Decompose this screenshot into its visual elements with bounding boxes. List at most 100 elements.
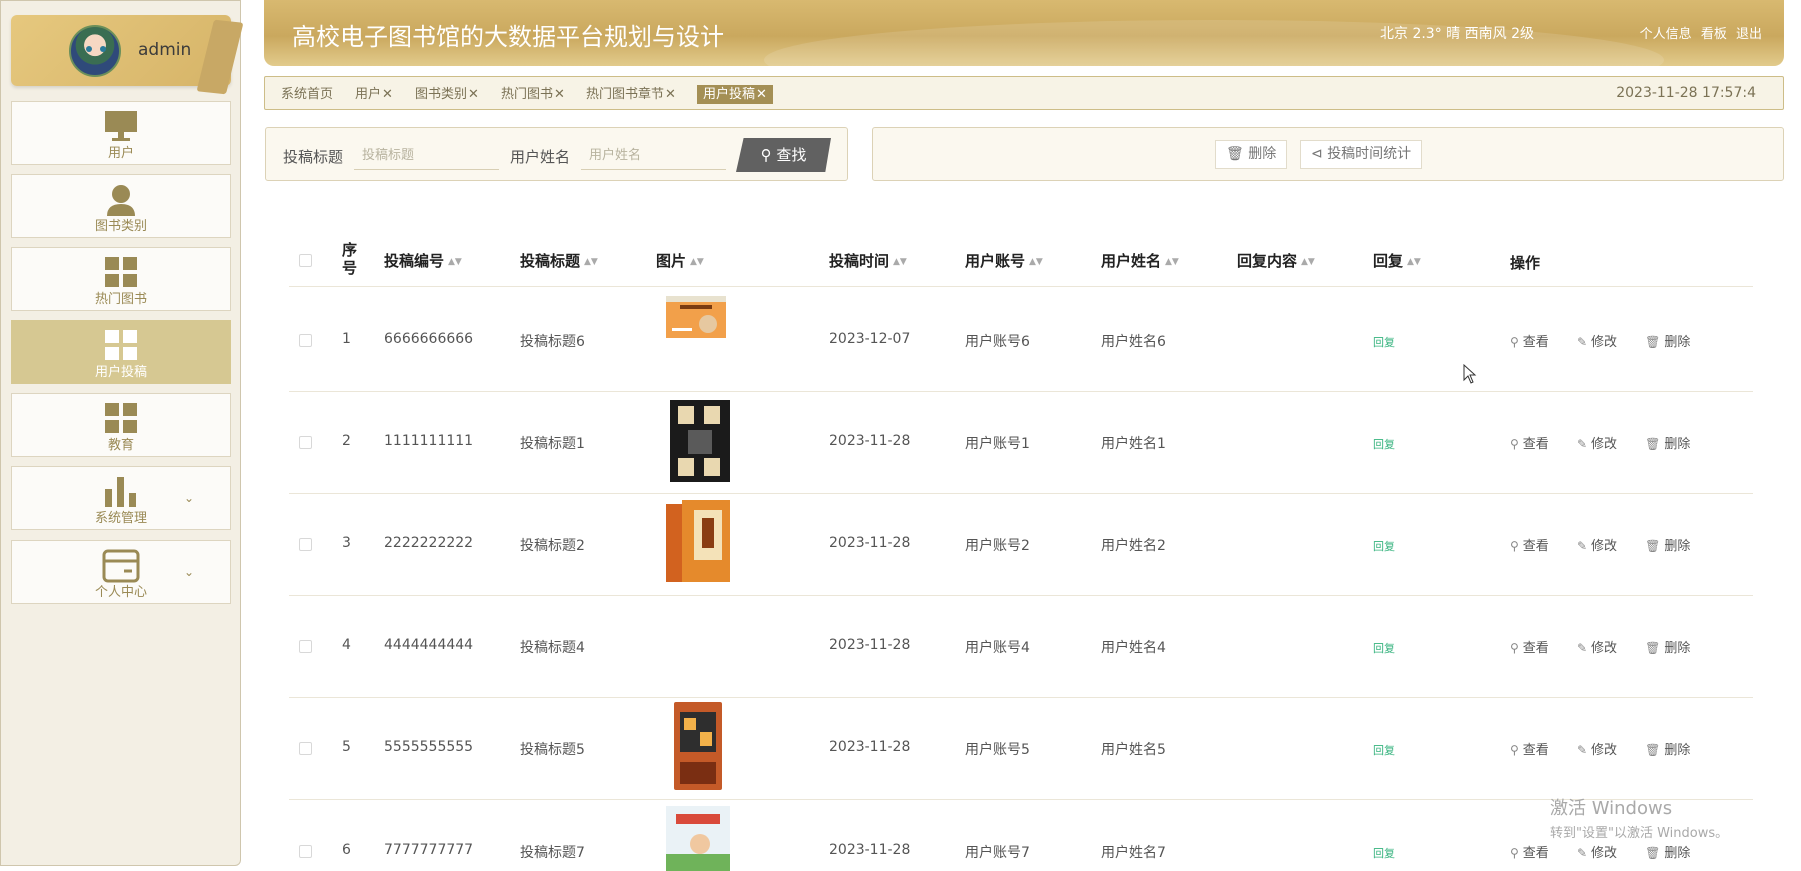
cell-time: 2023-11-28 <box>829 739 911 755</box>
cell-no: 2 <box>342 433 351 449</box>
col-account[interactable]: 用户账号 ▲▼ <box>965 250 1043 271</box>
table-row: 4 4444444444 投稿标题4 2023-11-28 用户账号4 用户姓名… <box>289 596 1753 698</box>
view-button[interactable]: ⚲ 查看 <box>1510 437 1561 452</box>
close-icon[interactable]: ✕ <box>554 87 565 102</box>
close-icon[interactable]: ✕ <box>382 87 393 102</box>
sidebar-item-user-submissions[interactable]: 用户投稿 <box>11 320 231 384</box>
col-reply[interactable]: 回复 ▲▼ <box>1373 250 1421 271</box>
submission-time-stats-button[interactable]: ⊲ 投稿时间统计 <box>1300 140 1423 169</box>
edit-button[interactable]: ✎ 修改 <box>1577 743 1629 758</box>
row-checkbox[interactable] <box>299 742 312 755</box>
batch-delete-button[interactable]: 🗑 删除 <box>1215 140 1288 169</box>
search-button[interactable]: ⚲ 查找 <box>736 138 831 172</box>
view-button[interactable]: ⚲ 查看 <box>1510 641 1561 656</box>
cell-no: 1 <box>342 331 351 347</box>
sidebar-item-label: 系统管理 <box>94 511 147 526</box>
avatar[interactable] <box>69 25 121 77</box>
book-cover-image[interactable] <box>666 500 730 584</box>
sidebar-item-system-management[interactable]: 系统管理 ⌄ <box>11 466 231 530</box>
reply-link[interactable]: 回复 <box>1373 640 1395 656</box>
user-name: admin <box>138 40 192 60</box>
sort-icon: ▲▼ <box>690 256 704 267</box>
reply-link[interactable]: 回复 <box>1373 845 1395 861</box>
delete-button[interactable]: 🗑 删除 <box>1645 437 1702 452</box>
dashboard-link[interactable]: 看板 <box>1701 27 1727 42</box>
row-checkbox[interactable] <box>299 538 312 551</box>
tab-hot-book-chapters[interactable]: 热门图书章节✕ <box>584 85 678 104</box>
reply-link[interactable]: 回复 <box>1373 334 1395 350</box>
profile-link[interactable]: 个人信息 <box>1640 27 1692 42</box>
sort-icon: ▲▼ <box>893 256 907 267</box>
name-search-input[interactable] <box>581 142 726 170</box>
col-time[interactable]: 投稿时间 ▲▼ <box>829 250 907 271</box>
reply-link[interactable]: 回复 <box>1373 436 1395 452</box>
book-cover-image[interactable] <box>674 702 722 790</box>
sidebar-item-hot-books[interactable]: 热门图书 <box>11 247 231 311</box>
book-cover-image[interactable] <box>666 296 726 338</box>
col-id[interactable]: 投稿编号 ▲▼ <box>384 250 462 271</box>
close-icon[interactable]: ✕ <box>756 87 767 102</box>
sort-icon: ▲▼ <box>1165 256 1179 267</box>
table-row: 2 1111111111 投稿标题1 2023-11-28 用户账号1 用户姓名… <box>289 392 1753 494</box>
delete-button[interactable]: 🗑 删除 <box>1645 846 1702 861</box>
chevron-down-icon[interactable]: ⌄ <box>184 565 194 579</box>
sidebar-item-personal-center[interactable]: 个人中心 ⌄ <box>11 540 231 604</box>
col-name[interactable]: 用户姓名 ▲▼ <box>1101 250 1179 271</box>
tab-user-submissions[interactable]: 用户投稿✕ <box>697 85 773 104</box>
row-checkbox[interactable] <box>299 845 312 858</box>
edit-button[interactable]: ✎ 修改 <box>1577 335 1629 350</box>
action-panel: 🗑 删除 ⊲ 投稿时间统计 <box>872 127 1784 181</box>
tab-home[interactable]: 系统首页 <box>279 85 335 104</box>
delete-button[interactable]: 🗑 删除 <box>1645 641 1702 656</box>
sidebar-item-book-category[interactable]: 图书类别 <box>11 174 231 238</box>
trash-icon: 🗑 <box>1226 146 1244 162</box>
watermark-line2: 转到"设置"以激活 Windows。 <box>1550 826 1729 841</box>
tab-users[interactable]: 用户✕ <box>353 85 395 104</box>
close-icon[interactable]: ✕ <box>665 87 676 102</box>
title-search-input[interactable] <box>354 142 499 170</box>
sort-icon: ▲▼ <box>448 256 462 267</box>
search-icon: ⚲ <box>1510 437 1519 451</box>
search-icon: ⚲ <box>1510 846 1519 860</box>
delete-button[interactable]: 🗑 删除 <box>1645 335 1702 350</box>
logout-link[interactable]: 退出 <box>1736 27 1762 42</box>
book-cover-image[interactable] <box>670 400 730 482</box>
delete-button[interactable]: 🗑 删除 <box>1645 539 1702 554</box>
edit-button[interactable]: ✎ 修改 <box>1577 437 1629 452</box>
tab-book-category[interactable]: 图书类别✕ <box>413 85 481 104</box>
tab-hot-books[interactable]: 热门图书✕ <box>499 85 567 104</box>
view-button[interactable]: ⚲ 查看 <box>1510 539 1561 554</box>
edit-button[interactable]: ✎ 修改 <box>1577 539 1629 554</box>
close-icon[interactable]: ✕ <box>468 87 479 102</box>
row-checkbox[interactable] <box>299 334 312 347</box>
row-checkbox[interactable] <box>299 436 312 449</box>
sidebar-item-users[interactable]: 用户 <box>11 101 231 165</box>
col-image[interactable]: 图片 ▲▼ <box>656 250 704 271</box>
view-button[interactable]: ⚲ 查看 <box>1510 846 1561 861</box>
table-row: 5 5555555555 投稿标题5 2023-11-28 用户账号5 用户姓名… <box>289 698 1753 800</box>
cell-no: 4 <box>342 637 351 653</box>
book-cover-image[interactable] <box>666 806 730 871</box>
reply-link[interactable]: 回复 <box>1373 538 1395 554</box>
sidebar-item-label: 用户 <box>107 146 134 161</box>
col-title[interactable]: 投稿标题 ▲▼ <box>520 250 598 271</box>
share-icon: ⊲ <box>1311 146 1323 162</box>
select-all-checkbox[interactable] <box>299 254 312 267</box>
view-button[interactable]: ⚲ 查看 <box>1510 335 1561 350</box>
reply-link[interactable]: 回复 <box>1373 742 1395 758</box>
view-button[interactable]: ⚲ 查看 <box>1510 743 1561 758</box>
edit-icon: ✎ <box>1576 539 1588 553</box>
row-checkbox[interactable] <box>299 640 312 653</box>
grid-icon <box>105 403 137 433</box>
edit-button[interactable]: ✎ 修改 <box>1577 641 1629 656</box>
row-actions: ⚲ 查看 ✎ 修改 🗑 删除 <box>1510 739 1714 758</box>
search-icon: ⚲ <box>1510 743 1519 757</box>
sidebar-item-education[interactable]: 教育 <box>11 393 231 457</box>
chevron-down-icon[interactable]: ⌄ <box>184 491 194 505</box>
sort-icon: ▲▼ <box>1029 256 1043 267</box>
edit-icon: ✎ <box>1576 846 1588 860</box>
search-panel: 投稿标题 用户姓名 ⚲ 查找 <box>265 127 848 181</box>
edit-button[interactable]: ✎ 修改 <box>1577 846 1629 861</box>
delete-button[interactable]: 🗑 删除 <box>1645 743 1702 758</box>
col-reply-content[interactable]: 回复内容 ▲▼ <box>1237 250 1315 271</box>
